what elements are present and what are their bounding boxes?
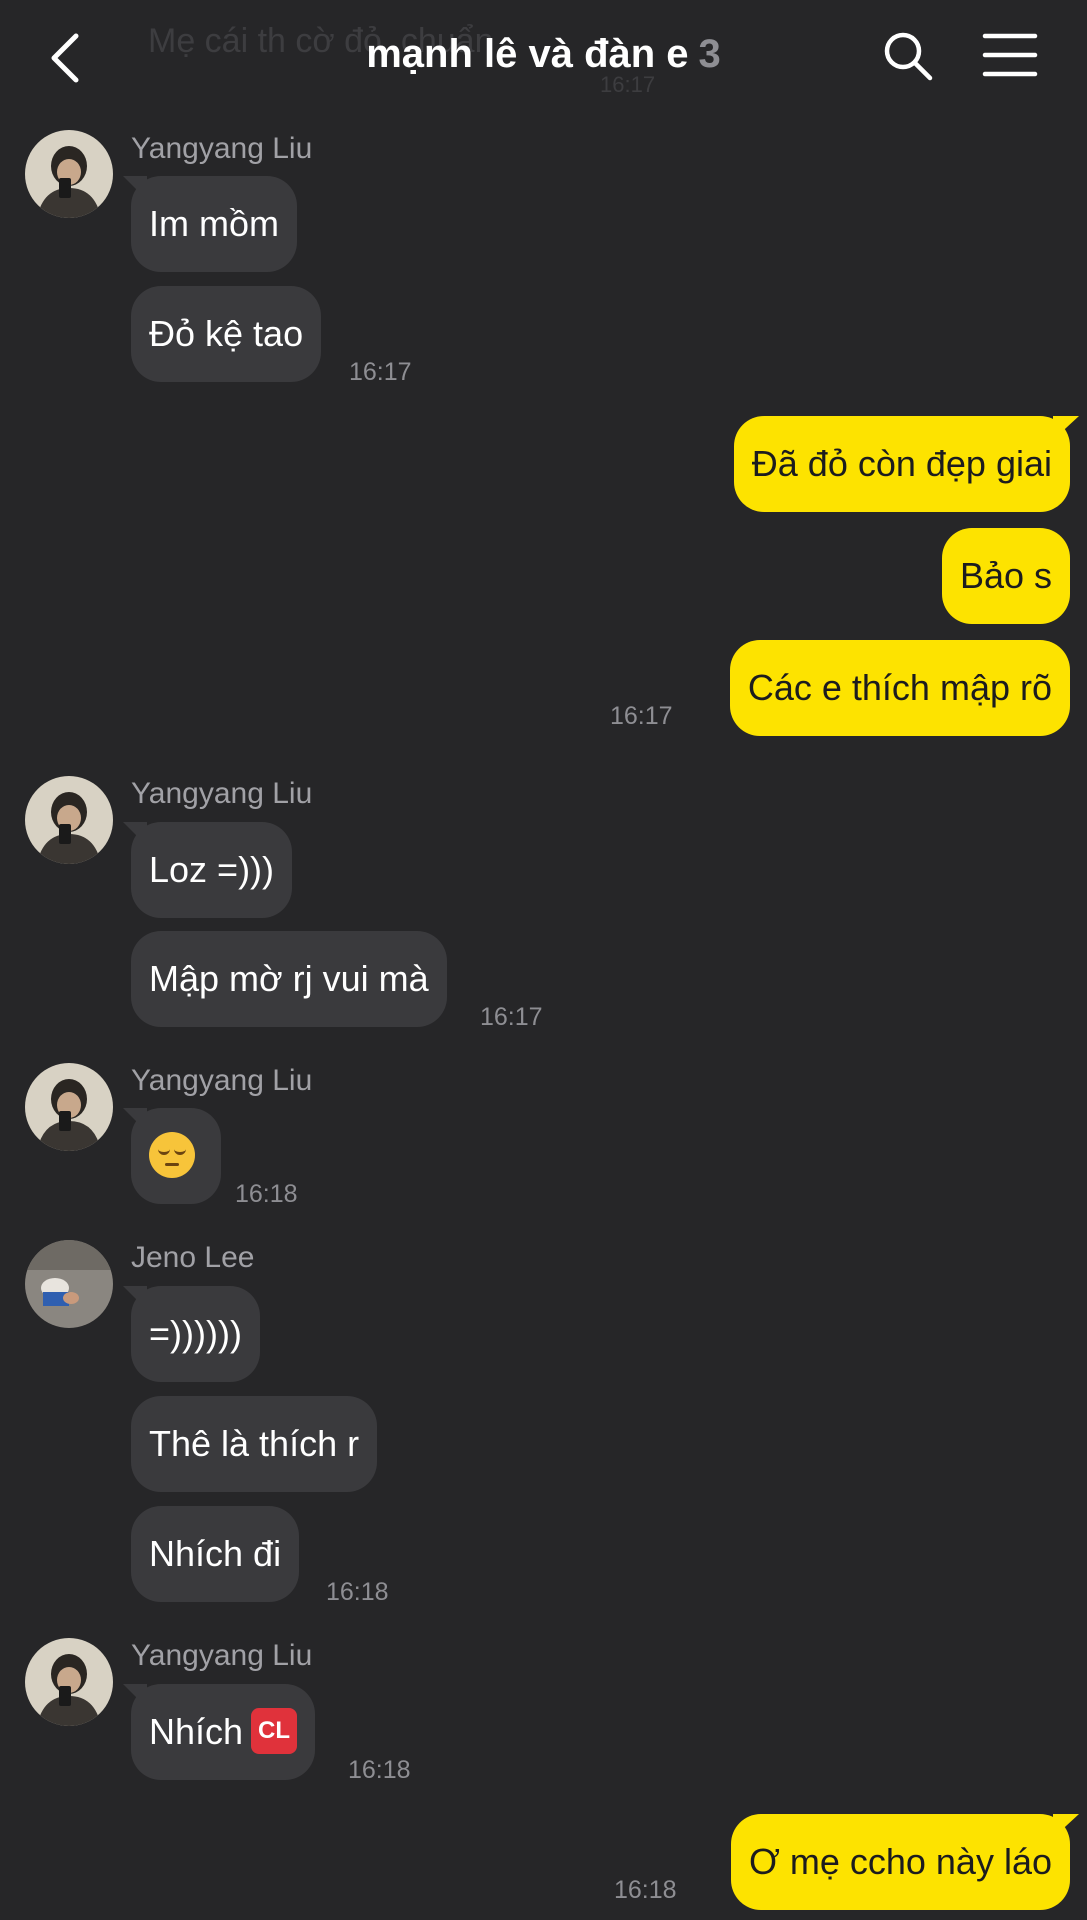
message-bubble[interactable]: =)))))): [131, 1286, 260, 1382]
message-bubble[interactable]: Nhích CL: [131, 1684, 316, 1780]
message-bubble[interactable]: [131, 1108, 221, 1204]
hamburger-menu-icon: [982, 33, 1038, 77]
message-timestamp: 16:18: [326, 1578, 389, 1606]
message-timestamp: 16:17: [480, 1003, 543, 1031]
cl-badge-emoji: CL: [251, 1708, 298, 1755]
message-bubble[interactable]: Thê là thích r: [131, 1396, 378, 1492]
message-bubble[interactable]: Mập mờ rj vui mà: [131, 931, 447, 1027]
chat-name: mạnh lê và đàn e: [366, 32, 689, 76]
sent-message-bubble[interactable]: Đã đỏ còn đẹp giai: [733, 416, 1070, 512]
message-timestamp: 16:17: [349, 358, 412, 386]
sent-message-bubble[interactable]: Các e thích mập rõ: [729, 640, 1070, 736]
sender-name: Yangyang Liu: [131, 1639, 313, 1672]
message-bubble[interactable]: Nhích đi: [131, 1506, 300, 1602]
pensive-face-emoji: [149, 1132, 195, 1179]
sender-name: Yangyang Liu: [131, 132, 313, 165]
chat-screen: Mẹ cái th cờ đỏ, chuẩn 16:17 mạnh lê và …: [0, 0, 1087, 1920]
avatar-photo: [25, 130, 113, 218]
avatar-photo: [25, 1240, 113, 1328]
member-count: 3: [698, 32, 721, 76]
sender-name: Jeno Lee: [131, 1241, 255, 1274]
menu-button[interactable]: [982, 30, 1038, 80]
search-button[interactable]: [880, 28, 936, 84]
message-timestamp: 16:17: [610, 702, 673, 730]
avatar-jeno-lee[interactable]: [25, 1240, 113, 1328]
chat-header: Mẹ cái th cờ đỏ, chuẩn 16:17 mạnh lê và …: [0, 0, 1087, 118]
avatar-photo: [25, 1063, 113, 1151]
avatar-yangyang-liu[interactable]: [25, 130, 113, 218]
message-timestamp: 16:18: [348, 1756, 411, 1784]
avatar-photo: [25, 1638, 113, 1726]
avatar-photo: [25, 776, 113, 864]
sender-name: Yangyang Liu: [131, 1064, 313, 1097]
avatar-yangyang-liu[interactable]: [25, 1638, 113, 1726]
search-icon: [884, 32, 933, 81]
avatar-yangyang-liu[interactable]: [25, 1063, 113, 1151]
message-bubble[interactable]: Đỏ kệ tao: [131, 286, 322, 382]
avatar-yangyang-liu[interactable]: [25, 776, 113, 864]
message-bubble[interactable]: Im mồm: [131, 176, 297, 272]
sender-name: Yangyang Liu: [131, 777, 313, 810]
message-text: Nhích: [149, 1711, 244, 1752]
message-timestamp: 16:18: [614, 1876, 677, 1904]
message-timestamp: 16:18: [235, 1180, 298, 1208]
sent-message-bubble[interactable]: Ơ mẹ ccho này láo: [730, 1814, 1070, 1910]
sent-message-bubble[interactable]: Bảo s: [941, 528, 1070, 624]
message-bubble[interactable]: Loz =))): [131, 822, 293, 918]
